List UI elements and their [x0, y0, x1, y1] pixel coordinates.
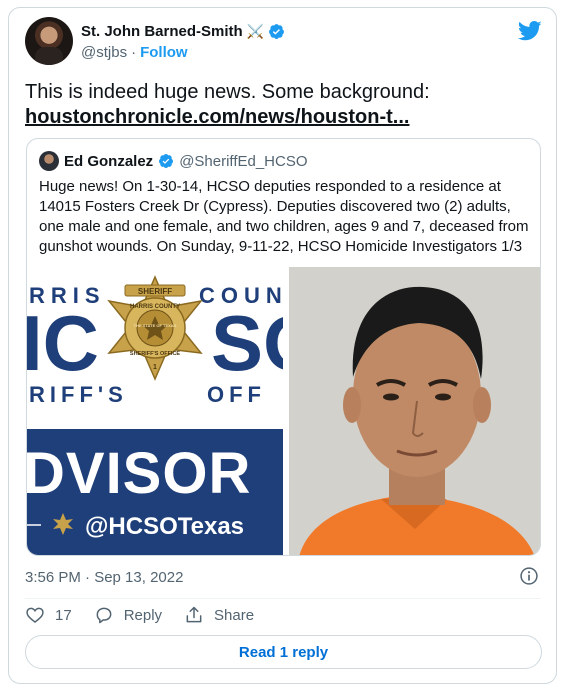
tweet-timestamp[interactable]: 3:56 PM · Sep 13, 2022: [25, 569, 183, 586]
tweet-body: This is indeed huge news. Some backgroun…: [25, 80, 545, 130]
graphic-text-sheriffs: RIFF'S: [29, 382, 128, 407]
like-count: 17: [55, 606, 72, 624]
hcso-advisory-graphic[interactable]: RRIS COUN IC SO RIFF'S OFF SHERIFF HARRI…: [27, 267, 283, 555]
graphic-text-advisory: DVISOR: [27, 441, 251, 506]
share-icon: [186, 606, 202, 623]
badge-text-state: THE STATE OF TEXAS: [134, 323, 177, 328]
reply-icon: [96, 607, 112, 624]
badge-text-sheriff: SHERIFF: [138, 287, 172, 296]
heart-icon: [26, 607, 44, 624]
badge-text-office: SHERIFF'S OFFICE: [130, 351, 181, 357]
graphic-text-handle: @HCSOTexas: [85, 513, 244, 540]
divider: [25, 598, 540, 599]
tweet-text: This is indeed huge news. Some backgroun…: [25, 81, 430, 103]
quoted-header: Ed Gonzalez @SheriffEd_HCSO: [39, 151, 308, 171]
quoted-text: Huge news! On 1-30-14, HCSO deputies res…: [39, 178, 529, 255]
tweet-card: St. John Barned-Smith ⚔️ @stjbs · Follow…: [8, 7, 557, 684]
quoted-author-avatar[interactable]: [39, 151, 59, 171]
separator-dot: ·: [131, 44, 137, 61]
reply-label: Reply: [123, 606, 163, 624]
like-button[interactable]: 17: [25, 605, 72, 625]
graphic-text-hc: IC: [27, 299, 99, 387]
author-avatar[interactable]: [25, 17, 73, 65]
share-label: Share: [214, 606, 255, 624]
info-icon[interactable]: [519, 566, 539, 586]
twitter-bird-icon[interactable]: [518, 21, 542, 41]
quoted-author-handle[interactable]: @SheriffEd_HCSO: [179, 153, 307, 170]
crossed-swords-icon: ⚔️: [246, 23, 265, 39]
verified-badge-icon: [269, 24, 285, 39]
badge-number: 1: [153, 364, 157, 371]
graphic-text-office: OFF: [207, 382, 266, 407]
quoted-tweet[interactable]: Ed Gonzalez @SheriffEd_HCSO Huge news! O…: [26, 138, 541, 556]
quoted-author-name[interactable]: Ed Gonzalez: [64, 153, 153, 170]
author-handle[interactable]: @stjbs: [81, 44, 127, 61]
follow-button[interactable]: Follow: [140, 44, 188, 61]
quoted-media: RRIS COUN IC SO RIFF'S OFF SHERIFF HARRI…: [27, 267, 540, 555]
action-bar: 17 Reply Share: [25, 605, 276, 625]
author-name-row[interactable]: St. John Barned-Smith ⚔️: [81, 23, 285, 40]
author-name[interactable]: St. John Barned-Smith: [81, 23, 243, 40]
badge-text-county: HARRIS COUNTY: [130, 304, 180, 310]
mugshot-photo[interactable]: [289, 267, 540, 555]
graphic-text-so: SO: [211, 299, 283, 387]
author-block: St. John Barned-Smith ⚔️ @stjbs · Follow: [81, 23, 285, 61]
article-link[interactable]: houstonchronicle.com/news/houston-t...: [25, 105, 545, 130]
reply-button[interactable]: Reply: [94, 605, 162, 625]
verified-badge-icon: [159, 154, 174, 169]
author-handle-row: @stjbs · Follow: [81, 44, 285, 61]
mugshot-svg: [289, 267, 540, 555]
share-button[interactable]: Share: [184, 605, 254, 625]
read-replies-button[interactable]: Read 1 reply: [25, 635, 542, 669]
hcso-graphic-svg: RRIS COUN IC SO RIFF'S OFF SHERIFF HARRI…: [27, 267, 283, 555]
